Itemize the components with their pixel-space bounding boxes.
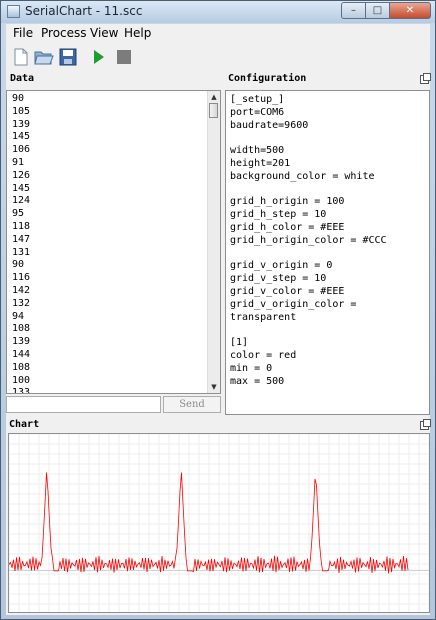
- config-panel-title: Configuration: [228, 73, 307, 84]
- data-line: 133: [12, 387, 31, 394]
- data-scrollbar[interactable]: ▲ ▼: [207, 91, 220, 393]
- data-line: 108: [12, 323, 31, 335]
- app-icon: [7, 5, 20, 18]
- config-line: grid_h_origin = 100: [230, 196, 345, 208]
- new-file-icon[interactable]: [11, 47, 31, 67]
- config-line: grid_h_origin_color = #CCC: [230, 234, 387, 246]
- config-line: grid_v_color = #EEE: [230, 286, 345, 297]
- minimize-button[interactable]: –: [341, 2, 365, 19]
- send-input[interactable]: [6, 396, 161, 413]
- data-line: 147: [12, 233, 31, 245]
- chart-svg: [8, 433, 430, 612]
- data-line: 132: [12, 297, 31, 309]
- client-area: File Process View Help Data 90 105 139 1…: [6, 24, 431, 615]
- config-float-icon[interactable]: [420, 73, 431, 84]
- config-line: min = 0: [230, 362, 273, 374]
- menu-bar: File Process View Help: [6, 24, 430, 42]
- data-line: 106: [12, 144, 31, 156]
- config-line: [1]: [230, 337, 249, 349]
- data-line: 95: [12, 208, 25, 220]
- data-line: 126: [12, 169, 31, 181]
- data-line: 90: [12, 93, 25, 104]
- run-icon[interactable]: [89, 47, 109, 67]
- scroll-thumb[interactable]: [209, 103, 218, 118]
- config-line: grid_v_step = 10: [230, 273, 327, 285]
- config-line: height=201: [230, 158, 291, 169]
- window-title: SerialChart - 11.scc: [25, 4, 143, 18]
- config-line: grid_v_origin_color =: [230, 298, 357, 310]
- data-line: 91: [12, 157, 25, 168]
- menu-file[interactable]: File: [13, 26, 33, 40]
- menu-help[interactable]: Help: [124, 26, 151, 40]
- config-line: width=500: [230, 145, 285, 157]
- scroll-down-icon[interactable]: ▼: [208, 381, 220, 393]
- save-icon[interactable]: [58, 47, 78, 67]
- data-line: 139: [12, 336, 31, 348]
- data-line: 139: [12, 118, 31, 130]
- data-panel-title: Data: [10, 73, 35, 84]
- data-line: 108: [12, 361, 31, 373]
- data-line: 118: [12, 221, 31, 232]
- data-line: 144: [12, 349, 31, 360]
- chart-panel-title: Chart: [9, 419, 40, 430]
- data-line: 145: [12, 182, 31, 194]
- config-editor[interactable]: [_setup_] port=COM6 baudrate=9600 width=500…: [225, 90, 430, 415]
- send-button[interactable]: Send: [163, 396, 221, 413]
- stop-icon[interactable]: [114, 47, 134, 67]
- data-line: 131: [12, 246, 31, 258]
- config-line: baudrate=9600: [230, 119, 309, 131]
- config-line: port=COM6: [230, 106, 285, 118]
- chart-float-icon[interactable]: [420, 419, 431, 430]
- data-line: 116: [12, 272, 31, 284]
- config-line: grid_h_color = #EEE: [230, 222, 345, 233]
- open-folder-icon[interactable]: [34, 47, 54, 67]
- data-line: 94: [12, 310, 25, 322]
- config-line: grid_v_origin = 0: [230, 260, 333, 272]
- config-line: color = red: [230, 350, 297, 361]
- close-button[interactable]: ✕: [389, 2, 431, 19]
- data-line: 142: [12, 285, 31, 296]
- menu-process[interactable]: Process: [41, 26, 87, 40]
- config-line: [_setup_]: [230, 94, 285, 105]
- toolbar: [6, 44, 430, 72]
- maximize-button[interactable]: □: [365, 2, 389, 19]
- data-line: 145: [12, 131, 31, 143]
- data-list[interactable]: 90 105 139 145 106 91 126 145 124 95 118 147 131 90 11…: [6, 90, 221, 394]
- config-line: background_color = white: [230, 170, 375, 182]
- chart-area: [8, 433, 430, 613]
- data-line: 90: [12, 259, 25, 271]
- menu-view[interactable]: View: [90, 26, 118, 40]
- data-line: 124: [12, 195, 31, 207]
- app-window: SerialChart - 11.scc – □ ✕ File Process …: [0, 0, 436, 620]
- data-line: 105: [12, 105, 31, 117]
- scroll-up-icon[interactable]: ▲: [208, 91, 220, 103]
- config-line: grid_h_step = 10: [230, 209, 327, 221]
- data-line: 100: [12, 374, 31, 386]
- title-bar[interactable]: SerialChart - 11.scc – □ ✕: [1, 1, 435, 23]
- config-line: max = 500: [230, 375, 285, 387]
- config-line: transparent: [230, 311, 297, 323]
